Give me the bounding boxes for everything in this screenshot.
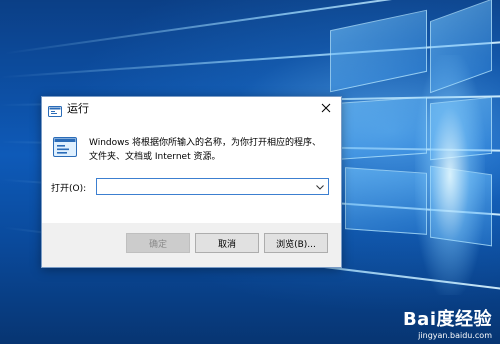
ok-button[interactable]: 确定 (126, 233, 190, 253)
watermark-url: jingyan.baidu.com (418, 331, 492, 340)
title-bar[interactable]: 运行 (42, 97, 341, 119)
dialog-title: 运行 (67, 102, 89, 115)
watermark: Bai度经验 jingyan.baidu.com (403, 305, 492, 340)
dialog-footer: 确定 取消 浏览(B)... (42, 223, 341, 267)
dialog-body: Windows 将根据你所输入的名称，为你打开相应的程序、文件夹、文档或 Int… (42, 119, 341, 223)
chevron-down-icon (316, 184, 324, 190)
close-icon (321, 103, 331, 113)
dialog-description: Windows 将根据你所输入的名称，为你打开相应的程序、文件夹、文档或 Int… (89, 138, 322, 162)
wallpaper-glow (415, 55, 485, 295)
run-icon (48, 102, 62, 117)
dropdown-button[interactable] (314, 181, 326, 193)
cancel-button[interactable]: 取消 (195, 233, 259, 253)
open-label: 打开(O): (51, 184, 87, 194)
browse-button[interactable]: 浏览(B)... (264, 233, 328, 253)
run-icon (53, 137, 77, 157)
watermark-brand: Bai度经验 (402, 309, 492, 330)
wallpaper-pane (330, 9, 427, 93)
wallpaper-pane (330, 96, 427, 161)
run-dialog: 运行 Windows 将根据你所输入的名称，为你打开相应的程序、文件夹、文档或 … (41, 96, 342, 268)
open-input[interactable] (99, 180, 311, 193)
close-button[interactable] (315, 98, 337, 118)
open-combobox[interactable] (96, 178, 329, 195)
